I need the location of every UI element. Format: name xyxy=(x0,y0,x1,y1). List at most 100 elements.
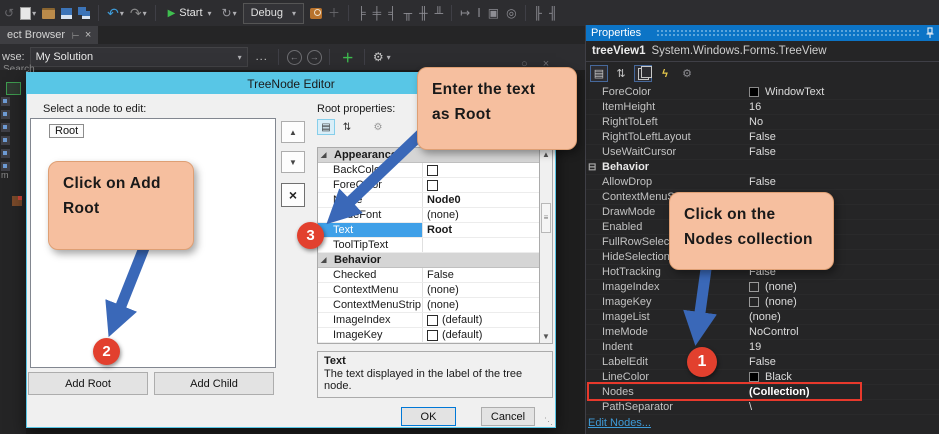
add-child-button[interactable]: Add Child xyxy=(154,372,274,395)
open-folder-icon[interactable] xyxy=(42,8,55,19)
restart-button[interactable]: ↻▾ xyxy=(222,7,237,19)
cancel-button[interactable]: Cancel xyxy=(481,407,535,426)
property-row[interactable]: Indent 19 xyxy=(586,340,939,355)
property-row[interactable]: PathSeparator \ xyxy=(586,400,939,415)
color-swatch xyxy=(749,87,759,97)
delete-node-button[interactable]: × xyxy=(281,183,305,207)
property-row[interactable]: ContextMenuStrip (none) xyxy=(318,298,539,313)
property-row[interactable]: ImageList (none) xyxy=(586,310,939,325)
property-row[interactable]: ContextMenu (none) xyxy=(318,283,539,298)
same-width-icon[interactable]: ↦ xyxy=(460,6,470,20)
property-row[interactable]: Name Node0 xyxy=(318,193,539,208)
align-tops-icon[interactable]: ╥ xyxy=(404,6,413,20)
property-row[interactable]: Behavior xyxy=(586,160,939,175)
tree-item-icon[interactable] xyxy=(1,97,10,106)
property-row[interactable]: Text Root xyxy=(318,223,539,238)
start-label: Start xyxy=(179,7,202,19)
property-row[interactable]: UseWaitCursor False xyxy=(586,145,939,160)
pin-icon[interactable]: ⊥ xyxy=(70,31,81,39)
property-row[interactable]: NodeFont (none) xyxy=(318,208,539,223)
resize-grip[interactable]: ⋱ xyxy=(544,416,553,427)
redo-button[interactable]: ↷▾ xyxy=(130,6,147,20)
forward-icon[interactable]: → xyxy=(307,50,322,65)
new-file-button[interactable]: ▾ xyxy=(20,7,36,20)
member-icon[interactable] xyxy=(12,196,22,206)
property-row[interactable]: Behavior xyxy=(318,253,539,268)
property-pages-icon[interactable]: ⚙ xyxy=(369,119,387,135)
same-size-icon[interactable]: ▣ xyxy=(488,6,499,20)
property-row[interactable]: ToolTipText xyxy=(318,238,539,253)
tab-object-browser[interactable]: ect Browser ⊥ × xyxy=(0,26,98,44)
browse-scope-dropdown[interactable]: My Solution ▾ xyxy=(30,47,248,67)
configuration-dropdown[interactable]: Debug ▾ xyxy=(243,3,304,24)
property-row[interactable]: ImageKey (none) xyxy=(586,295,939,310)
property-row[interactable]: Appearance xyxy=(318,148,539,163)
align-rights-icon[interactable]: ╡ xyxy=(388,6,397,20)
pin-icon[interactable] xyxy=(925,27,935,39)
selected-object-header[interactable]: treeView1System.Windows.Forms.TreeView xyxy=(586,41,939,62)
arrow-down-icon: ▼ xyxy=(289,158,297,167)
move-up-button[interactable]: ▲ xyxy=(281,121,305,143)
property-row[interactable]: ImageKey (default) xyxy=(318,328,539,343)
move-down-button[interactable]: ▼ xyxy=(281,151,305,173)
wrench-icon[interactable]: ⚙ xyxy=(678,65,696,82)
scroll-down-icon[interactable]: ▼ xyxy=(540,330,552,343)
tree-item-icon[interactable] xyxy=(1,136,10,145)
tree-item-icon[interactable] xyxy=(1,149,10,158)
alphabetical-sort-icon[interactable]: ⇅ xyxy=(612,65,630,82)
scrollbar-thumb[interactable]: ≡ xyxy=(541,203,551,233)
edit-nodes-link[interactable]: Edit Nodes... xyxy=(588,417,651,429)
property-row[interactable]: AllowDrop False xyxy=(586,175,939,190)
property-row[interactable]: ItemHeight 16 xyxy=(586,100,939,115)
alphabetical-sort-icon[interactable]: ⇅ xyxy=(338,119,356,135)
close-icon[interactable]: × xyxy=(85,29,91,41)
property-label: Checked xyxy=(318,268,423,282)
property-grid-toolbar: ▤ ⇅ ⚙ xyxy=(317,119,387,135)
snap-lines-icon[interactable]: ＋ xyxy=(328,7,340,19)
save-icon[interactable] xyxy=(61,8,72,19)
property-pages-icon[interactable] xyxy=(634,65,652,82)
categorized-icon[interactable]: ▤ xyxy=(590,65,608,82)
align-bottoms-icon[interactable]: ╨ xyxy=(435,6,444,20)
align-middles-icon[interactable]: ╫ xyxy=(419,6,428,20)
assembly-icon[interactable] xyxy=(6,82,21,95)
property-row[interactable]: ImeMode NoControl xyxy=(586,325,939,340)
navigate-back-icon[interactable]: ↺ xyxy=(4,7,14,19)
property-row[interactable]: BackColor xyxy=(318,163,539,178)
start-debug-button[interactable]: ▶ Start ▾ xyxy=(164,5,216,21)
horizontal-spacing-icon[interactable]: ╟ xyxy=(534,6,543,20)
categorized-icon[interactable]: ▤ xyxy=(317,119,335,135)
align-centers-icon[interactable]: ╪ xyxy=(373,6,382,20)
property-row[interactable]: LabelEdit False xyxy=(586,355,939,370)
treenode-property-grid: Appearance BackColor ForeColor N xyxy=(317,147,553,344)
tree-item-icon[interactable] xyxy=(1,110,10,119)
property-row[interactable]: ImageIndex (none) xyxy=(586,280,939,295)
save-all-icon[interactable] xyxy=(78,7,90,19)
vertical-spacing-icon[interactable]: ╢ xyxy=(549,6,558,20)
add-root-button[interactable]: Add Root xyxy=(28,372,148,395)
gear-icon[interactable]: ⚙ xyxy=(373,50,384,64)
property-row[interactable]: Checked False xyxy=(318,268,539,283)
properties-titlebar[interactable]: Properties xyxy=(586,25,939,41)
back-icon[interactable]: ← xyxy=(287,50,302,65)
property-label: ImageIndex xyxy=(318,313,423,327)
size-to-grid-icon[interactable]: ◎ xyxy=(506,6,516,20)
tree-item-icon[interactable] xyxy=(1,123,10,132)
undo-button[interactable]: ↶▾ xyxy=(107,6,124,20)
same-height-icon[interactable]: Ⅰ xyxy=(477,6,481,20)
property-row[interactable]: ImageIndex (default) xyxy=(318,313,539,328)
ok-button[interactable]: OK xyxy=(401,407,456,426)
tree-node-root[interactable]: Root xyxy=(49,124,84,138)
browse-more-button[interactable]: ... xyxy=(256,51,268,63)
color-swatch xyxy=(427,165,438,176)
property-value-text: WindowText xyxy=(765,85,824,99)
property-row[interactable]: RightToLeft No xyxy=(586,115,939,130)
property-row[interactable]: RightToLeftLayout False xyxy=(586,130,939,145)
add-reference-icon[interactable]: ＋ xyxy=(342,49,354,66)
events-lightning-icon[interactable]: ϟ xyxy=(656,65,674,82)
align-lefts-icon[interactable]: ╞ xyxy=(357,6,366,20)
property-row[interactable]: ForeColor xyxy=(318,178,539,193)
grid-scrollbar[interactable]: ▲ ≡ ▼ xyxy=(539,148,552,343)
property-row[interactable]: ForeColor WindowText xyxy=(586,85,939,100)
find-icon[interactable] xyxy=(310,8,322,19)
